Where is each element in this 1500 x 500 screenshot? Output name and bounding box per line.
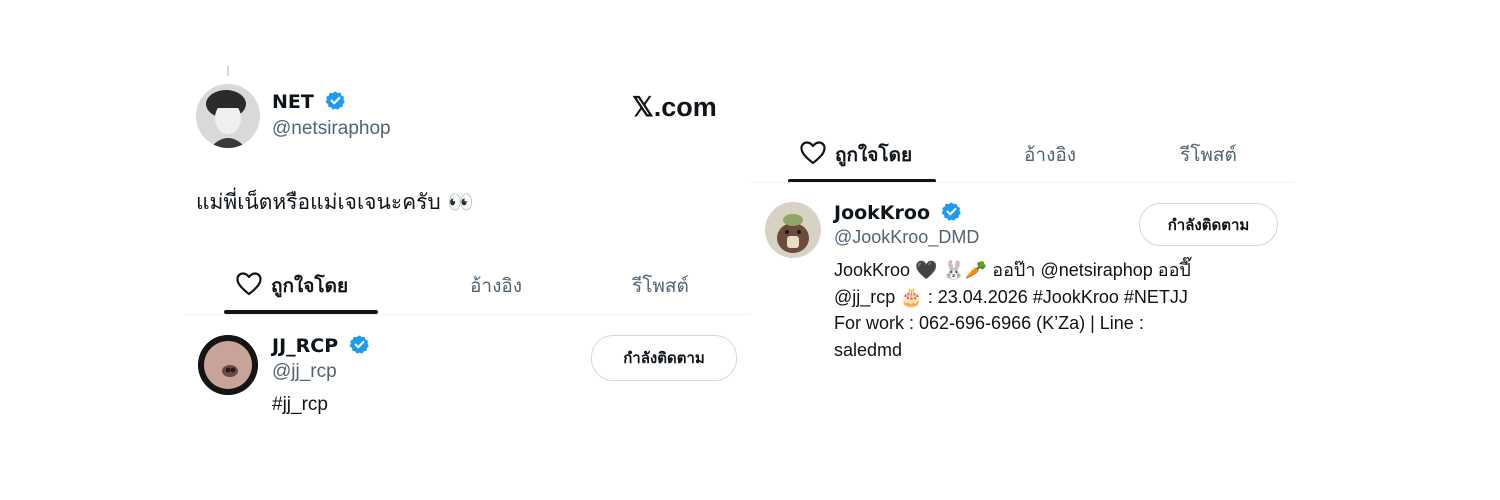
avatar-jookkroo[interactable] bbox=[765, 202, 821, 258]
user-bio-right: JookKroo 🖤 🐰🥕 ออป๊า @netsiraphop ออปี๊ @… bbox=[834, 257, 1274, 363]
author-name-row: NET bbox=[272, 90, 346, 115]
verified-badge-icon bbox=[941, 201, 962, 226]
tab-liked-by-label: ถูกใจโดย bbox=[835, 144, 913, 166]
scroll-indicator bbox=[227, 66, 229, 76]
x-logo: 𝕏.com bbox=[632, 92, 717, 123]
following-button-right[interactable]: กำลังติดตาม bbox=[1139, 203, 1278, 246]
eyes-emoji-icon: 👀 bbox=[447, 190, 474, 214]
following-button[interactable]: กำลังติดตาม bbox=[591, 335, 737, 381]
tab-reposts-right[interactable]: รีโพสต์ bbox=[1180, 140, 1237, 170]
tab-liked-by-right[interactable]: ถูกใจโดย bbox=[800, 140, 912, 170]
user-name[interactable]: JJ_RCP bbox=[272, 335, 338, 357]
tab-quotes[interactable]: อ้างอิง bbox=[470, 271, 522, 301]
user-handle[interactable]: @jj_rcp bbox=[272, 361, 337, 383]
user-name-row-right: JookKroo bbox=[834, 201, 962, 226]
user-handle-right[interactable]: @JookKroo_DMD bbox=[834, 227, 979, 248]
tab-liked-by-label: ถูกใจโดย bbox=[271, 275, 349, 297]
user-name-right[interactable]: JookKroo bbox=[834, 202, 930, 224]
bio-line: For work : 062-696-6966 (K’Za) | Line : bbox=[834, 313, 1144, 333]
bio-line: JookKroo 🖤 🐰🥕 ออป๊า @netsiraphop ออปี๊ bbox=[834, 260, 1191, 280]
heart-icon bbox=[800, 141, 826, 169]
avatar-jj-rcp[interactable] bbox=[198, 335, 258, 395]
user-name-row: JJ_RCP bbox=[272, 334, 370, 359]
heart-icon bbox=[236, 272, 262, 300]
tweet-text: แม่พี่เน็ตหรือแม่เจเจนะครับ bbox=[196, 190, 441, 214]
author-handle[interactable]: @netsiraphop bbox=[272, 118, 391, 140]
user-bio[interactable]: #jj_rcp bbox=[272, 394, 328, 416]
tab-liked-by[interactable]: ถูกใจโดย bbox=[236, 271, 348, 301]
author-name: NET bbox=[272, 91, 314, 113]
bio-line: saledmd bbox=[834, 339, 903, 360]
tweet-body: แม่พี่เน็ตหรือแม่เจเจนะครับ 👀 bbox=[196, 186, 474, 219]
x-com-logo-text: 𝕏.com bbox=[632, 92, 717, 122]
tabs-divider-right bbox=[750, 182, 1295, 183]
bio-line: @jj_rcp 🎂 : 23.04.2026 #JookKroo #NETJJ bbox=[834, 286, 1188, 307]
avatar-net[interactable] bbox=[196, 84, 260, 148]
tab-quotes-right[interactable]: อ้างอิง bbox=[1024, 140, 1076, 170]
tabs-divider bbox=[184, 314, 750, 315]
tab-reposts[interactable]: รีโพสต์ bbox=[632, 271, 689, 301]
verified-badge-icon bbox=[349, 334, 370, 359]
verified-badge-icon bbox=[325, 90, 346, 115]
